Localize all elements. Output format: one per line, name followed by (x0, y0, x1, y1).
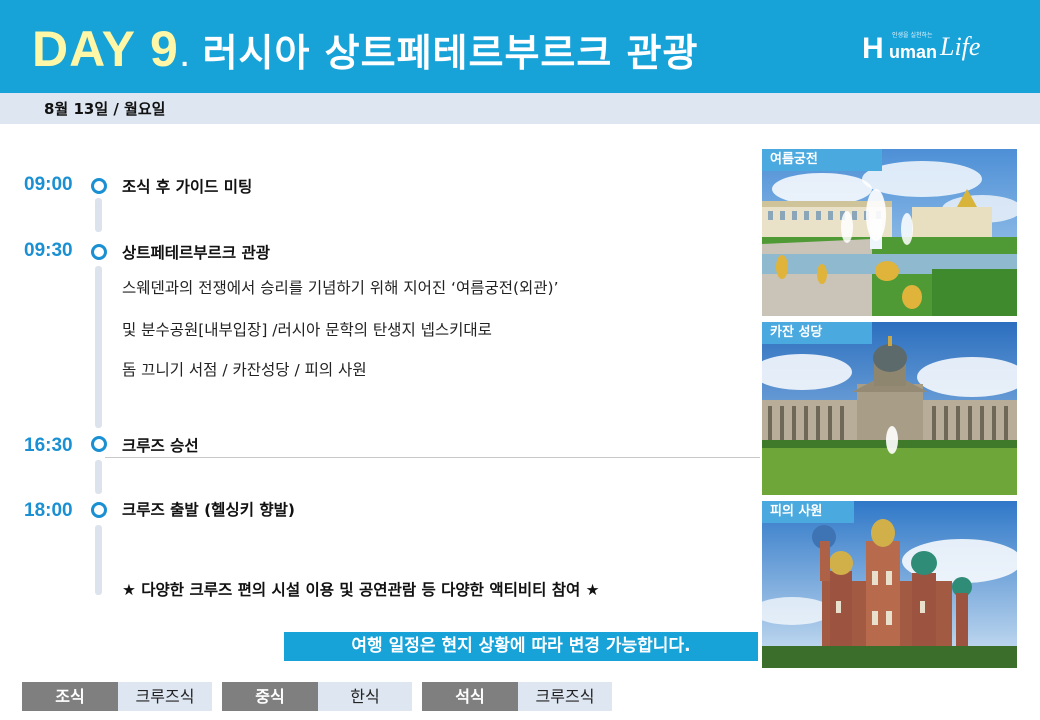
meal-breakfast-label: 조식 (22, 682, 118, 711)
timeline-connector (95, 525, 102, 595)
title-dot: . (180, 41, 189, 72)
schedule-title: 조식 후 가이드 미팅 (122, 178, 253, 196)
meal-lunch-label: 중식 (222, 682, 318, 711)
church-image (762, 501, 1017, 668)
kazan-cathedral-photo: 카잔 성당 (762, 322, 1017, 495)
schedule-time: 16:30 (24, 435, 73, 456)
logo-life: Life (940, 32, 981, 61)
schedule-time: 09:30 (24, 240, 73, 261)
logo-tagline: 인생을 실천하는 (892, 32, 933, 39)
schedule-title: 크루즈 승선 (122, 437, 199, 455)
schedule-time: 18:00 (24, 500, 73, 521)
logo-h: H (862, 32, 884, 65)
summer-palace-photo: 여름궁전 (762, 149, 1017, 316)
timeline-connector (95, 460, 102, 494)
meal-dinner-label: 석식 (422, 682, 518, 711)
timeline-circle-icon (91, 178, 107, 194)
divider (105, 457, 760, 458)
schedule-detail: 돔 끄니기 서점 / 카잔성당 / 피의 사원 (122, 361, 367, 379)
church-of-savior-on-blood-photo: 피의 사원 (762, 501, 1017, 668)
logo-uman: uman (889, 42, 938, 62)
meal-dinner-value: 크루즈식 (518, 682, 612, 711)
summer-palace-image (762, 149, 1017, 316)
schedule-detail: 및 분수공원[내부입장] /러시아 문학의 탄생지 넵스키대로 (122, 321, 492, 339)
photo-label: 여름궁전 (762, 149, 882, 171)
schedule-title: 상트페테르부르크 관광 (122, 244, 270, 262)
photo-label: 피의 사원 (762, 501, 854, 523)
date-label: 8월 13일 / 월요일 (44, 100, 166, 118)
humanlife-logo: H 인생을 실천하는 uman Life (862, 28, 1012, 72)
timeline-connector (95, 266, 102, 428)
title-text: 러시아 상트페테르부르크 관광 (202, 31, 699, 75)
day-number: DAY 9 (32, 21, 179, 77)
timeline-connector (95, 198, 102, 232)
photo-label: 카잔 성당 (762, 322, 872, 344)
schedule-time: 09:00 (24, 174, 73, 195)
meal-lunch-value: 한식 (318, 682, 412, 711)
timeline-circle-icon (91, 436, 107, 452)
meal-breakfast-value: 크루즈식 (118, 682, 212, 711)
header-bar: DAY 9 . 러시아 상트페테르부르크 관광 H 인생을 실천하는 uman … (0, 0, 1040, 93)
kazan-cathedral-image (762, 322, 1017, 495)
schedule-title: 크루즈 출발 (헬싱키 향발) (122, 501, 295, 519)
schedule-detail: 스웨덴과의 전쟁에서 승리를 기념하기 위해 지어진 ‘여름궁전(외관)’ (122, 279, 559, 297)
page-title: DAY 9 . 러시아 상트페테르부르크 관광 (32, 20, 699, 80)
timeline-circle-icon (91, 502, 107, 518)
date-bar: 8월 13일 / 월요일 (0, 93, 1040, 124)
timeline-circle-icon (91, 244, 107, 260)
highlight-text: ★ 다양한 크루즈 편의 시설 이용 및 공연관람 등 다양한 액티비티 참여 … (122, 581, 600, 599)
notice-banner: 여행 일정은 현지 상황에 따라 변경 가능합니다. (284, 632, 758, 661)
